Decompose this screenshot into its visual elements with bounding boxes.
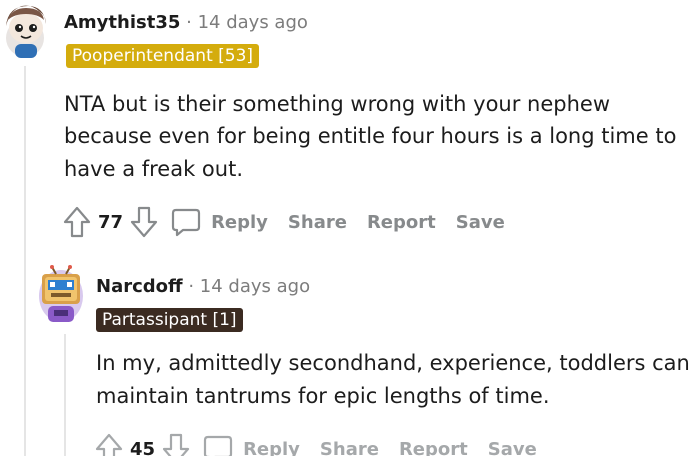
comment-actions: 45 Reply Share Report Save <box>94 432 557 456</box>
comment-line: because even for being entitle four hour… <box>64 124 677 148</box>
avatar[interactable] <box>2 0 48 60</box>
timestamp[interactable]: 14 days ago <box>198 12 308 33</box>
comment-thread: Amythist35 · 14 days ago Pooperintendant… <box>0 0 700 456</box>
save-button[interactable]: Save <box>456 212 505 233</box>
share-button[interactable]: Share <box>288 212 347 233</box>
arrow-down-icon[interactable] <box>129 205 159 239</box>
timestamp[interactable]: 14 days ago <box>200 276 310 297</box>
separator: · <box>186 12 192 33</box>
avatar[interactable] <box>36 264 86 326</box>
comment-line: have a freak out. <box>64 157 244 181</box>
robot-avatar-icon <box>39 265 83 322</box>
report-button[interactable]: Report <box>367 212 436 233</box>
user-flair: Pooperintendant [53] <box>66 44 260 68</box>
vote-score: 77 <box>98 211 124 233</box>
snoo-avatar-icon <box>6 5 46 58</box>
username[interactable]: Amythist35 <box>64 12 180 33</box>
thread-line[interactable] <box>24 66 26 456</box>
comment-actions: 77 Reply Share Report Save <box>62 205 525 239</box>
vote-score: 45 <box>130 438 156 456</box>
thread-line-nested[interactable] <box>64 334 66 456</box>
user-flair: Partassipant [1] <box>96 308 243 332</box>
comment-line: maintain tantrums for epic lengths of ti… <box>96 384 550 408</box>
reply-button[interactable]: Reply <box>243 439 300 456</box>
username[interactable]: Narcdoff <box>96 276 183 297</box>
comment-meta: Narcdoff · 14 days ago <box>96 276 310 297</box>
arrow-down-icon[interactable] <box>161 432 191 456</box>
save-button[interactable]: Save <box>488 439 537 456</box>
reply-button[interactable]: Reply <box>211 212 268 233</box>
arrow-up-icon[interactable] <box>94 432 124 456</box>
comment-line: NTA but is their something wrong with yo… <box>64 92 611 116</box>
comment-meta: Amythist35 · 14 days ago <box>64 12 308 33</box>
speech-bubble-icon[interactable] <box>171 207 201 237</box>
arrow-up-icon[interactable] <box>62 205 92 239</box>
report-button[interactable]: Report <box>399 439 468 456</box>
share-button[interactable]: Share <box>320 439 379 456</box>
speech-bubble-icon[interactable] <box>203 434 233 456</box>
separator: · <box>188 276 195 297</box>
comment-line: In my, admittedly secondhand, experience… <box>96 351 690 375</box>
